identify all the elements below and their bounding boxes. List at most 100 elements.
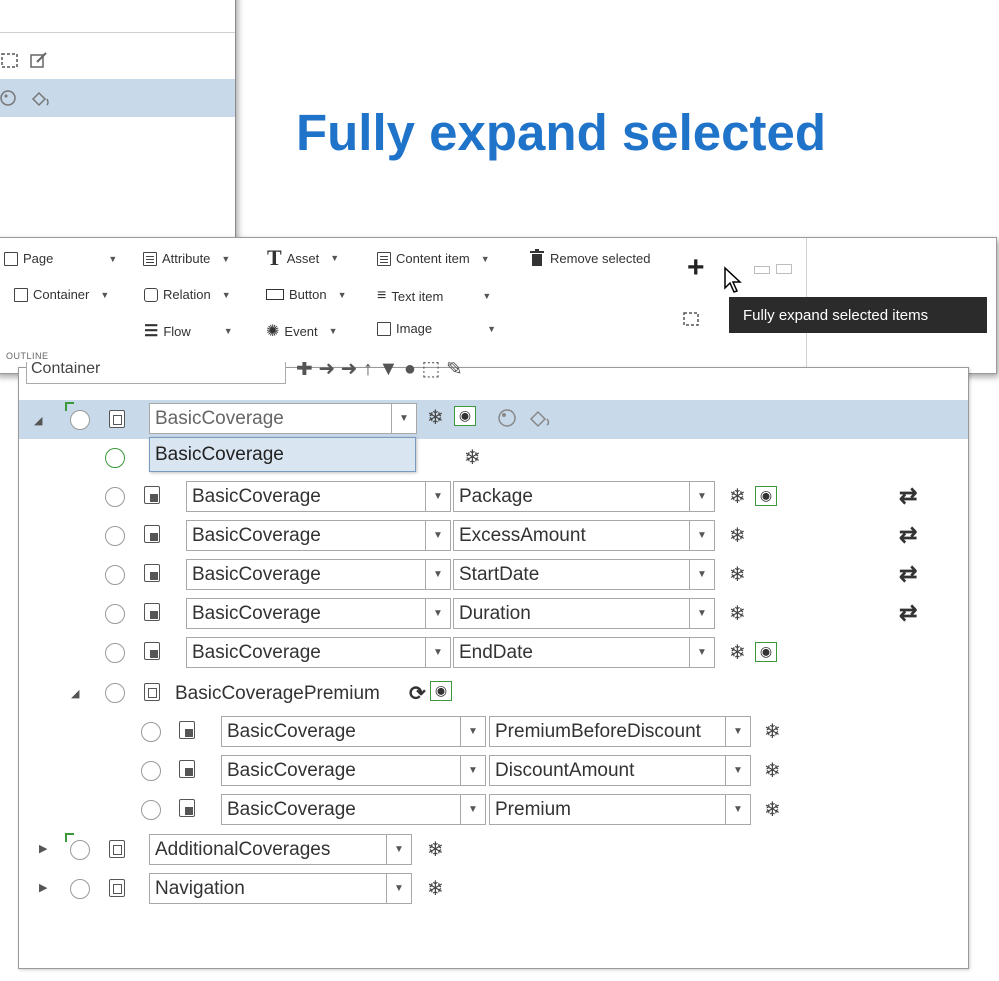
collapsed-arrow-icon[interactable]: ▶ <box>39 842 47 855</box>
source-select[interactable]: BasicCoverage ▼ <box>186 559 451 590</box>
select-radio[interactable] <box>105 448 125 468</box>
type-select[interactable]: Container <box>26 362 286 384</box>
settings-snowflake-icon[interactable]: ❄ <box>729 487 746 507</box>
tree-row[interactable]: BasicCoverage ▼ DiscountAmount ▼ ❄ <box>19 751 968 790</box>
attribute-select[interactable]: Duration ▼ <box>453 598 715 629</box>
source-select[interactable]: BasicCoverage ▼ <box>186 637 451 668</box>
chevron-down-icon[interactable]: ▼ <box>108 254 117 264</box>
chevron-down-icon[interactable]: ▼ <box>221 254 230 264</box>
chevron-down-icon[interactable]: ▼ <box>725 717 750 746</box>
chevron-down-icon[interactable]: ▼ <box>391 404 416 433</box>
add-content-item-button[interactable]: Content item ▼ <box>377 251 490 266</box>
tree-row[interactable]: BasicCoverage ▼ Duration ▼ ❄ ⇄ <box>19 595 968 634</box>
container-select[interactable]: Navigation ▼ <box>149 873 412 904</box>
add-event-button[interactable]: ✺ Event ▼ <box>266 321 338 341</box>
visibility-eye-icon[interactable]: ◉ <box>755 486 777 506</box>
tree-row[interactable]: ◢ BasicCoveragePremium ⟳ ◉ <box>19 673 968 712</box>
source-select[interactable]: BasicCoverage ▼ <box>186 481 451 512</box>
select-radio[interactable] <box>105 643 125 663</box>
select-radio[interactable] <box>70 410 90 430</box>
attribute-select[interactable]: Premium ▼ <box>489 794 751 825</box>
add-flow-button[interactable]: ☰ Flow ▼ <box>144 321 233 341</box>
attribute-select[interactable]: ExcessAmount ▼ <box>453 520 715 551</box>
chevron-down-icon[interactable]: ▼ <box>689 482 714 511</box>
chevron-down-icon[interactable]: ▼ <box>386 874 411 903</box>
attribute-select[interactable]: StartDate ▼ <box>453 559 715 590</box>
paint-bucket-icon[interactable] <box>29 89 53 107</box>
add-asset-button[interactable]: T Asset ▼ <box>267 247 339 269</box>
source-select[interactable]: BasicCoverage ▼ <box>221 755 486 786</box>
select-radio[interactable] <box>105 487 125 507</box>
settings-snowflake-icon[interactable]: ❄ <box>729 526 746 546</box>
chevron-down-icon[interactable]: ▼ <box>460 795 485 824</box>
attribute-select[interactable]: PremiumBeforeDiscount ▼ <box>489 716 751 747</box>
chevron-down-icon[interactable]: ▼ <box>689 599 714 628</box>
select-box-icon[interactable] <box>682 311 700 327</box>
tree-row[interactable]: ◢ BasicCoverage ▼ ❄ ◉ <box>19 400 968 439</box>
chevron-down-icon[interactable]: ▼ <box>386 835 411 864</box>
swap-arrows-icon[interactable]: ⇄ <box>899 563 917 585</box>
refresh-icon[interactable]: ⟳ <box>409 681 426 706</box>
swap-arrows-icon[interactable]: ⇄ <box>899 485 917 507</box>
select-radio[interactable] <box>70 840 90 860</box>
chevron-down-icon[interactable]: ▼ <box>460 717 485 746</box>
chevron-down-icon[interactable]: ▼ <box>689 521 714 550</box>
chevron-down-icon[interactable]: ▼ <box>100 290 109 300</box>
chevron-down-icon[interactable]: ▼ <box>481 254 490 264</box>
chevron-down-icon[interactable]: ▼ <box>482 291 491 301</box>
add-plus-icon[interactable]: + <box>687 253 705 283</box>
source-select[interactable]: BasicCoverage ▼ <box>221 716 486 747</box>
select-box-icon[interactable] <box>0 51 19 69</box>
chevron-down-icon[interactable]: ▼ <box>425 560 450 589</box>
remove-selected-button[interactable]: Remove selected <box>529 249 650 267</box>
chevron-down-icon[interactable]: ▼ <box>222 290 231 300</box>
add-attribute-button[interactable]: Attribute ▼ <box>143 251 230 266</box>
settings-snowflake-icon[interactable]: ❄ <box>427 408 444 428</box>
settings-snowflake-icon[interactable]: ❄ <box>427 879 444 899</box>
select-radio[interactable] <box>141 722 161 742</box>
palette-icon[interactable] <box>496 407 518 429</box>
chevron-down-icon[interactable]: ▼ <box>425 599 450 628</box>
attribute-select[interactable]: EndDate ▼ <box>453 637 715 668</box>
settings-snowflake-icon[interactable]: ❄ <box>427 840 444 860</box>
settings-snowflake-icon[interactable]: ❄ <box>729 604 746 624</box>
select-radio[interactable] <box>141 800 161 820</box>
tree-row[interactable]: BasicCoverage ▼ Premium ▼ ❄ <box>19 790 968 829</box>
tree-row[interactable]: ▶ Navigation ▼ ❄ <box>19 869 968 908</box>
container-select[interactable]: BasicCoverage ▼ <box>149 403 417 434</box>
tree-row[interactable]: BasicCoverage ▼ PremiumBeforeDiscount ▼ ❄ <box>19 712 968 751</box>
visibility-eye-icon[interactable]: ◉ <box>430 681 452 701</box>
expand-icon[interactable] <box>776 264 792 274</box>
expand-arrow-icon[interactable]: ◢ <box>34 414 42 427</box>
visibility-eye-icon[interactable]: ◉ <box>755 642 777 662</box>
palette-icon[interactable] <box>0 89 19 107</box>
chevron-down-icon[interactable]: ▼ <box>725 795 750 824</box>
add-text-item-button[interactable]: ≡ Text item ▼ <box>377 287 491 305</box>
select-radio[interactable] <box>105 565 125 585</box>
tree-row[interactable]: ▶ AdditionalCoverages ▼ ❄ <box>19 830 968 869</box>
settings-snowflake-icon[interactable]: ❄ <box>764 761 781 781</box>
chevron-down-icon[interactable]: ▼ <box>725 756 750 785</box>
chevron-down-icon[interactable]: ▼ <box>460 756 485 785</box>
collapsed-arrow-icon[interactable]: ▶ <box>39 881 47 894</box>
paint-bucket-icon[interactable] <box>527 407 555 429</box>
chevron-down-icon[interactable]: ▼ <box>330 253 339 263</box>
chevron-down-icon[interactable]: ▼ <box>487 324 496 334</box>
settings-snowflake-icon[interactable]: ❄ <box>729 565 746 585</box>
chevron-down-icon[interactable]: ▼ <box>425 521 450 550</box>
settings-snowflake-icon[interactable]: ❄ <box>764 722 781 742</box>
settings-snowflake-icon[interactable]: ❄ <box>464 448 481 468</box>
container-select[interactable]: AdditionalCoverages ▼ <box>149 834 412 865</box>
chevron-down-icon[interactable]: ▼ <box>689 638 714 667</box>
add-image-button[interactable]: Image ▼ <box>377 321 496 336</box>
visibility-eye-icon[interactable]: ◉ <box>454 406 476 426</box>
select-radio[interactable] <box>105 604 125 624</box>
attribute-select[interactable]: DiscountAmount ▼ <box>489 755 751 786</box>
tree-row[interactable]: BasicCoverage ▼ Package ▼ ❄ ◉ ⇄ <box>19 478 968 517</box>
swap-arrows-icon[interactable]: ⇄ <box>899 524 917 546</box>
chevron-down-icon[interactable]: ▼ <box>425 638 450 667</box>
tree-row[interactable]: BasicCoverage ▼ StartDate ▼ ❄ ⇄ <box>19 556 968 595</box>
select-radio[interactable] <box>141 761 161 781</box>
add-button-button[interactable]: Button ▼ <box>266 287 347 302</box>
chevron-down-icon[interactable]: ▼ <box>689 560 714 589</box>
